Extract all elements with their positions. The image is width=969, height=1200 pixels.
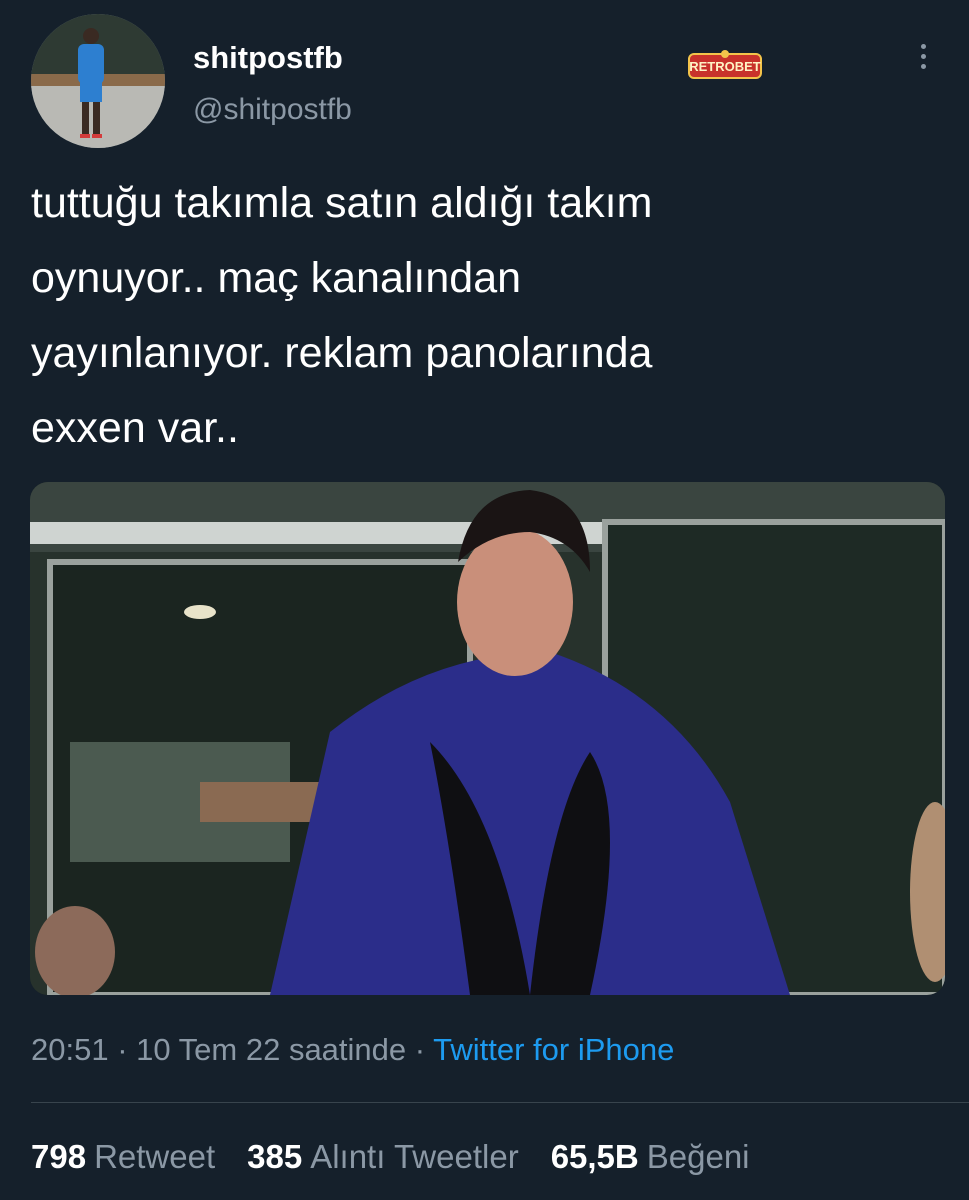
meta-separator: ·	[406, 1032, 434, 1067]
dot	[920, 63, 926, 69]
tweet-stats: 798 Retweet 385 Alıntı Tweetler 65,5B Beğen…	[31, 1138, 750, 1176]
stat-label: Retweet	[94, 1138, 216, 1175]
tweet-line: yayınlanıyor. reklam panolarında	[31, 329, 653, 377]
retrobet-badge: RETROBET	[687, 50, 763, 82]
svg-text:RETROBET: RETROBET	[689, 59, 761, 74]
avatar[interactable]	[31, 14, 165, 148]
dot	[920, 53, 926, 59]
dot	[920, 43, 926, 49]
display-name[interactable]: shitpostfb	[193, 40, 343, 76]
tweet-text: tuttuğu takımla satın aldığı takım oynuy…	[31, 166, 931, 466]
tweet-line: tuttuğu takımla satın aldığı takım	[31, 179, 653, 227]
quote-tweet-count[interactable]: 385 Alıntı Tweetler	[247, 1138, 519, 1176]
avatar-photo	[31, 14, 165, 148]
tweet-date[interactable]: 10 Tem 22 saatinde	[136, 1032, 406, 1067]
tweet-line: exxen var..	[31, 404, 239, 452]
stat-label: Alıntı Tweetler	[310, 1138, 519, 1175]
retrobet-logo: RETROBET	[688, 50, 762, 79]
tweet-media-image[interactable]	[30, 482, 945, 995]
stat-count: 65,5B	[550, 1138, 639, 1175]
meta-separator: ·	[108, 1032, 137, 1067]
stat-label: Beğeni	[646, 1138, 750, 1175]
tweet-meta: 20:51 · 10 Tem 22 saatinde · Twitter for…	[31, 1032, 674, 1068]
more-options-icon[interactable]	[905, 38, 941, 74]
like-count[interactable]: 65,5B Beğeni	[551, 1138, 750, 1176]
divider	[31, 1102, 969, 1103]
user-handle[interactable]: @shitpostfb	[193, 93, 352, 127]
retweet-count[interactable]: 798 Retweet	[31, 1138, 215, 1176]
stadium-photo	[30, 482, 945, 995]
tweet-time[interactable]: 20:51	[31, 1032, 109, 1067]
tweet-line: oynuyor.. maç kanalından	[31, 254, 522, 302]
stat-count: 385	[247, 1138, 303, 1175]
tweet-source-link[interactable]: Twitter for iPhone	[433, 1032, 674, 1067]
stat-count: 798	[31, 1138, 87, 1175]
